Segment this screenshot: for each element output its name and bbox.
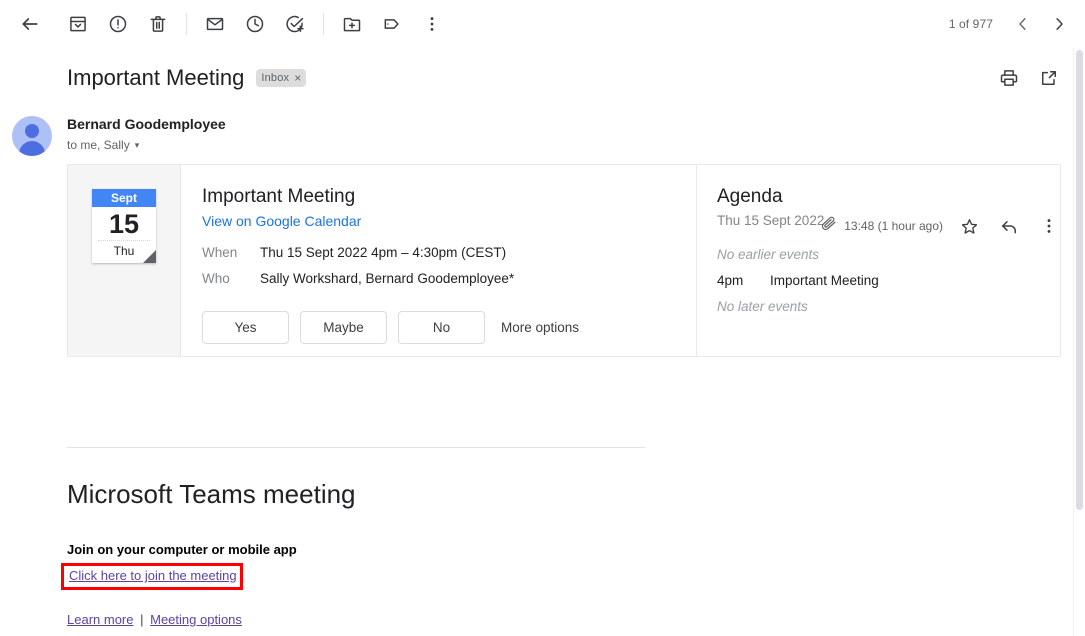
- teams-meeting-heading: Microsoft Teams meeting: [67, 479, 356, 509]
- label-chip-text: Inbox: [261, 72, 290, 84]
- event-who-label: Who: [202, 271, 230, 286]
- join-link-highlight: Click here to join the meeting: [61, 563, 243, 590]
- print-button[interactable]: [989, 58, 1029, 98]
- calendar-widget-column: Sept 15 Thu: [68, 165, 181, 356]
- print-icon: [1000, 70, 1018, 86]
- scrollbar-thumb[interactable]: [1076, 50, 1083, 510]
- open-in-new-icon: [1042, 71, 1056, 85]
- rsvp-more-options-link[interactable]: More options: [501, 320, 579, 335]
- event-who-row: Who Sally Workshard, Bernard Goodemploye…: [202, 269, 696, 289]
- back-arrow-icon: [22, 18, 38, 30]
- previous-email-button[interactable]: [1005, 6, 1041, 42]
- message-header: Bernard Goodemployee to me, Sally ▾ 13:4…: [0, 94, 1085, 234]
- labels-button[interactable]: [372, 4, 412, 44]
- star-button[interactable]: [949, 206, 989, 246]
- archive-icon: [70, 16, 86, 32]
- agenda-no-later-events: No later events: [717, 299, 808, 314]
- archive-button[interactable]: [58, 4, 98, 44]
- attachment-icon: [820, 215, 838, 238]
- agenda-event-name: Important Meeting: [770, 273, 879, 288]
- join-subheading: Join on your computer or mobile app: [67, 542, 297, 557]
- event-who-value: Sally Workshard, Bernard Goodemployee*: [260, 271, 515, 286]
- next-email-button[interactable]: [1041, 6, 1077, 42]
- rsvp-yes-button[interactable]: Yes: [202, 311, 289, 344]
- message-meta: 13:48 (1 hour ago): [820, 206, 1069, 246]
- subject-actions: [989, 58, 1069, 98]
- move-to-button[interactable]: [332, 4, 372, 44]
- calendar-fold-corner: [143, 250, 156, 263]
- toolbar-divider-1: [186, 13, 187, 35]
- labels-icon: [384, 19, 399, 29]
- rsvp-row: Yes Maybe No More options: [202, 311, 696, 344]
- agenda-event-row: 4pm Important Meeting: [717, 271, 1060, 291]
- calendar-invite-card: Sept 15 Thu Important Meeting View on Go…: [67, 164, 1061, 357]
- sender-name: Bernard Goodemployee: [67, 116, 226, 132]
- calendar-date-widget: Sept 15 Thu: [92, 189, 156, 263]
- delete-icon: [150, 16, 166, 32]
- back-button[interactable]: [10, 4, 50, 44]
- chevron-down-icon: ▾: [134, 139, 140, 150]
- email-toolbar: 1 of 977: [0, 0, 1085, 48]
- message-more-button[interactable]: [1029, 206, 1069, 246]
- mark-unread-button[interactable]: [195, 4, 235, 44]
- add-to-tasks-icon: [286, 15, 304, 33]
- view-on-google-calendar-link[interactable]: View on Google Calendar: [202, 211, 361, 231]
- label-chip-inbox[interactable]: Inbox ×: [256, 69, 307, 87]
- more-vertical-icon: [1047, 219, 1051, 233]
- subject-row: Important Meeting Inbox ×: [0, 48, 1085, 94]
- event-when-value: Thu 15 Sept 2022 4pm – 4:30pm (CEST): [260, 245, 507, 260]
- learn-more-link[interactable]: Learn more: [67, 612, 133, 627]
- chevron-right-icon: [1056, 18, 1063, 30]
- calendar-day: 15: [98, 207, 150, 241]
- agenda-event-time: 4pm: [717, 273, 744, 288]
- event-title: Important Meeting: [202, 186, 356, 207]
- email-body: Microsoft Teams meeting Join on your com…: [61, 447, 1061, 629]
- report-spam-button[interactable]: [98, 4, 138, 44]
- mark-unread-icon: [206, 17, 224, 31]
- recipients-text: to me, Sally: [67, 138, 130, 152]
- more-vertical-icon: [430, 17, 434, 31]
- add-to-tasks-button[interactable]: [275, 4, 315, 44]
- delete-button[interactable]: [138, 4, 178, 44]
- snooze-icon: [246, 15, 264, 33]
- more-options-button[interactable]: [412, 4, 452, 44]
- meeting-options-link[interactable]: Meeting options: [150, 612, 242, 627]
- reply-button[interactable]: [989, 206, 1029, 246]
- move-to-icon: [343, 17, 361, 32]
- event-when-label: When: [202, 245, 238, 260]
- toolbar-divider-2: [323, 13, 324, 35]
- calendar-month: Sept: [92, 189, 156, 207]
- recipients-toggle[interactable]: to me, Sally ▾: [67, 136, 139, 154]
- reply-icon: [1002, 221, 1016, 234]
- teams-footer-links: Learn more | Meeting options: [67, 611, 1061, 629]
- star-icon: [961, 218, 977, 234]
- event-details-column: Important Meeting View on Google Calenda…: [181, 165, 697, 356]
- rsvp-maybe-button[interactable]: Maybe: [300, 311, 387, 344]
- body-divider: [67, 447, 645, 448]
- snooze-button[interactable]: [235, 4, 275, 44]
- page-scrollbar[interactable]: [1073, 48, 1085, 636]
- rsvp-no-button[interactable]: No: [398, 311, 485, 344]
- open-in-new-window-button[interactable]: [1029, 58, 1069, 98]
- agenda-column: Agenda Thu 15 Sept 2022 No earlier event…: [697, 165, 1060, 356]
- report-spam-icon: [109, 15, 127, 33]
- pager: 1 of 977: [949, 0, 1077, 48]
- pager-count: 1 of 977: [948, 17, 993, 31]
- page-title: Important Meeting: [67, 65, 245, 90]
- message-timestamp: 13:48 (1 hour ago): [844, 219, 943, 233]
- link-separator: |: [140, 612, 144, 627]
- event-when-row: When Thu 15 Sept 2022 4pm – 4:30pm (CEST…: [202, 243, 696, 263]
- label-chip-remove-icon[interactable]: ×: [294, 72, 301, 84]
- agenda-no-earlier-events: No earlier events: [717, 247, 820, 262]
- join-meeting-link[interactable]: Click here to join the meeting: [69, 568, 237, 583]
- chevron-left-icon: [1019, 18, 1026, 30]
